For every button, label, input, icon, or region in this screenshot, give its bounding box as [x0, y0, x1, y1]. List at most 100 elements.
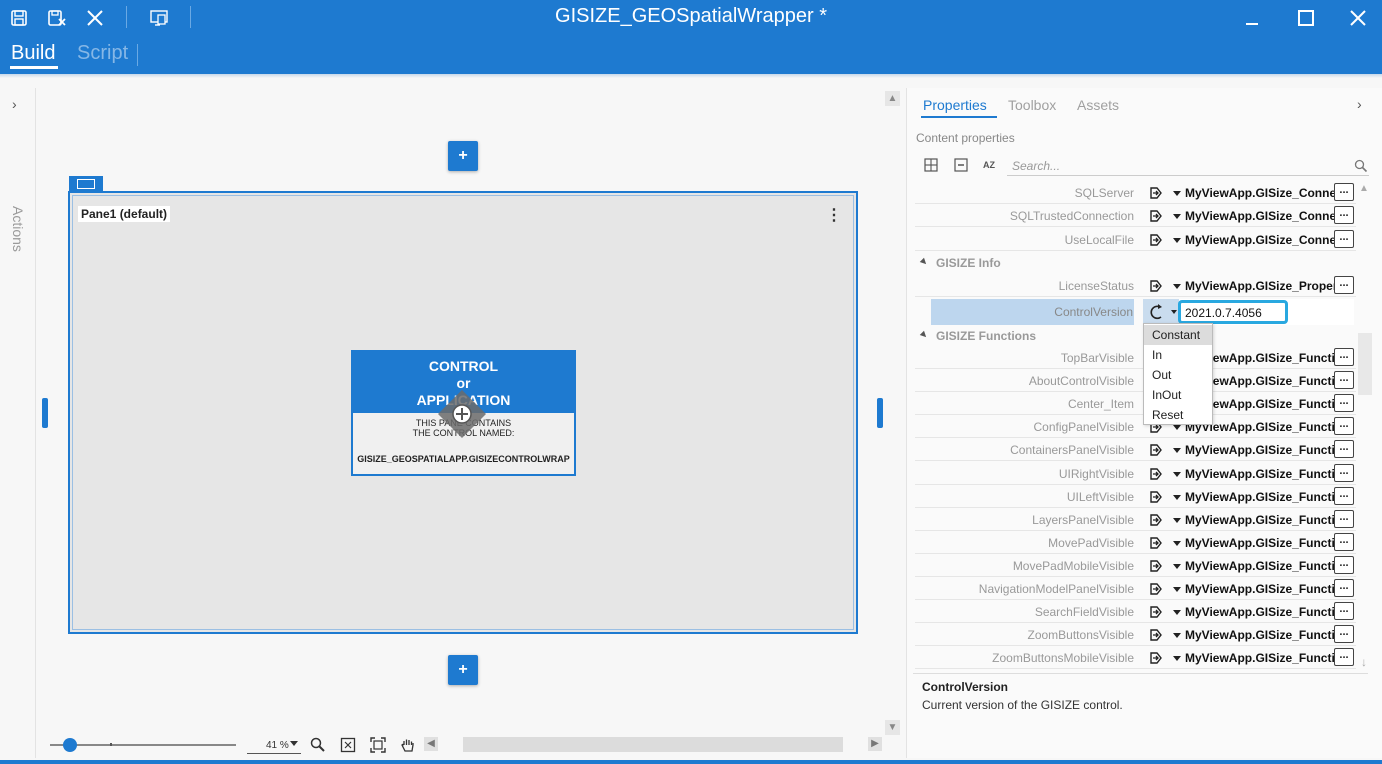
ellipsis-button[interactable]: ... [1334, 579, 1354, 597]
property-category[interactable]: GISIZE Info [915, 252, 1356, 274]
ellipsis-button[interactable]: ... [1334, 464, 1354, 482]
binding-mode-control[interactable] [1143, 299, 1179, 325]
minimize-icon[interactable] [1239, 5, 1265, 31]
ellipsis-button[interactable]: ... [1334, 394, 1354, 412]
binding-caret-icon[interactable] [1173, 564, 1181, 569]
binding-icon[interactable] [1148, 208, 1164, 224]
fit-screen-icon[interactable] [339, 736, 357, 754]
dropdown-option-out[interactable]: Out [1144, 365, 1212, 385]
binding-caret-icon[interactable] [1173, 518, 1181, 523]
property-row[interactable]: NavigationModelPanelVisible MyViewApp.GIS… [915, 578, 1356, 600]
binding-caret-icon[interactable] [1173, 472, 1181, 477]
binding-icon[interactable] [1148, 604, 1164, 620]
add-pane-below-button[interactable]: + [448, 655, 478, 685]
property-row[interactable]: ZoomButtonsVisible MyViewApp.GISize_Funct… [915, 624, 1356, 646]
binding-caret-icon[interactable] [1173, 495, 1181, 500]
binding-icon[interactable] [1148, 512, 1164, 528]
tab-build[interactable]: Build [11, 42, 55, 65]
canvas-scroll-right[interactable]: ▶ [868, 737, 882, 751]
search-icon[interactable] [1354, 159, 1368, 173]
binding-caret-icon[interactable] [1173, 587, 1181, 592]
binding-caret-icon[interactable] [1173, 238, 1181, 243]
ellipsis-button[interactable]: ... [1334, 371, 1354, 389]
chevron-right-icon[interactable]: › [1357, 96, 1362, 112]
binding-icon[interactable] [1148, 278, 1164, 294]
binding-icon[interactable] [1148, 558, 1164, 574]
ellipsis-button[interactable]: ... [1334, 487, 1354, 505]
property-row[interactable]: Center_ItemMyViewApp.GISize_Functions... [915, 393, 1356, 415]
binding-icon[interactable] [1148, 185, 1164, 201]
property-row[interactable]: MovePadMobileVisible MyViewApp.GISize_Fun… [915, 555, 1356, 577]
ellipsis-button[interactable]: ... [1334, 440, 1354, 458]
dropdown-option-in[interactable]: In [1144, 345, 1212, 365]
control-version-input[interactable]: 2021.0.7.4056 [1178, 300, 1288, 324]
binding-caret-icon[interactable] [1173, 656, 1181, 661]
binding-caret-icon[interactable] [1173, 610, 1181, 615]
pane-tab[interactable] [69, 176, 103, 192]
ellipsis-button[interactable]: ... [1334, 230, 1354, 248]
property-row[interactable]: LicenseStatus MyViewApp.GISize_Properties… [915, 275, 1356, 297]
ellipsis-button[interactable]: ... [1334, 625, 1354, 643]
property-row[interactable]: SQLTrustedConnection MyViewApp.GISize_Con… [915, 205, 1356, 227]
property-category[interactable]: GISIZE Functions [915, 325, 1356, 347]
zoom-search-icon[interactable] [309, 736, 327, 754]
dropdown-option-reset[interactable]: Reset [1144, 405, 1212, 425]
chevron-right-icon[interactable]: › [12, 96, 17, 112]
binding-icon[interactable] [1148, 466, 1164, 482]
binding-caret-icon[interactable] [1173, 284, 1181, 289]
window-close-icon[interactable] [1345, 5, 1371, 31]
binding-icon[interactable] [1148, 650, 1164, 666]
actions-panel[interactable]: › Actions [0, 88, 36, 758]
binding-icon[interactable] [1148, 232, 1164, 248]
ellipsis-button[interactable]: ... [1334, 417, 1354, 435]
binding-caret-icon[interactable] [1173, 425, 1181, 430]
property-search-input[interactable]: Search... [1007, 156, 1369, 176]
ellipsis-button[interactable]: ... [1334, 533, 1354, 551]
right-resize-handle[interactable] [877, 398, 883, 428]
expand-triangle-icon[interactable] [919, 330, 929, 340]
left-resize-handle[interactable] [42, 398, 48, 428]
canvas-hscrollbar[interactable] [463, 737, 843, 752]
binding-caret-icon[interactable] [1173, 191, 1181, 196]
property-row[interactable]: TopBarVisibleMyViewApp.GISize_Functions.… [915, 347, 1356, 369]
properties-scroll-down[interactable]: ↓ [1358, 655, 1370, 669]
ellipsis-button[interactable]: ... [1334, 183, 1354, 201]
pan-hand-icon[interactable] [399, 736, 417, 754]
property-row[interactable]: ZoomButtonsMobileVisible MyViewApp.GISize… [915, 647, 1356, 669]
canvas-scroll-up[interactable]: ▲ [885, 91, 900, 106]
ellipsis-button[interactable]: ... [1334, 510, 1354, 528]
zoom-caret-icon[interactable] [290, 741, 298, 746]
property-row[interactable]: AboutControlVisible MyViewApp.GISize_Func… [915, 370, 1356, 392]
selected-property-row[interactable]: ControlVersion [931, 299, 1354, 325]
tab-assets[interactable]: Assets [1077, 97, 1119, 113]
property-row[interactable]: SQLServer MyViewApp.GISize_Connection... [915, 182, 1356, 204]
ellipsis-button[interactable]: ... [1334, 602, 1354, 620]
property-row[interactable]: MovePadVisible MyViewApp.GISize_Functions… [915, 532, 1356, 554]
ellipsis-button[interactable]: ... [1334, 648, 1354, 666]
tab-properties[interactable]: Properties [923, 97, 987, 113]
move-icon[interactable] [437, 389, 487, 439]
add-pane-above-button[interactable]: + [448, 141, 478, 171]
binding-icon[interactable] [1148, 442, 1164, 458]
binding-caret-icon[interactable] [1173, 448, 1181, 453]
expand-triangle-icon[interactable] [919, 257, 929, 267]
property-row[interactable]: LayersPanelVisible MyViewApp.GISize_Funct… [915, 509, 1356, 531]
categorized-view-icon[interactable] [923, 157, 939, 173]
property-row[interactable]: ConfigPanelVisible MyViewApp.GISize_Funct… [915, 416, 1356, 438]
collapse-all-icon[interactable] [953, 157, 969, 173]
canvas-scroll-down[interactable]: ▼ [885, 720, 900, 735]
binding-icon[interactable] [1148, 627, 1164, 643]
binding-caret-icon[interactable] [1173, 541, 1181, 546]
properties-scroll-thumb[interactable] [1358, 333, 1372, 395]
property-row[interactable]: ContainersPanelVisible MyViewApp.GISize_F… [915, 439, 1356, 461]
zoom-slider-thumb[interactable] [63, 738, 77, 752]
property-row[interactable]: UIRightVisible MyViewApp.GISize_Functions… [915, 463, 1356, 485]
dropdown-option-constant[interactable]: Constant [1144, 325, 1212, 345]
zoom-slider-track[interactable] [50, 744, 236, 746]
binding-icon[interactable] [1148, 489, 1164, 505]
property-row[interactable]: SearchFieldVisible MyViewApp.GISize_Funct… [915, 601, 1356, 623]
tab-script[interactable]: Script [77, 42, 128, 65]
fit-content-icon[interactable] [369, 736, 387, 754]
dropdown-option-inout[interactable]: InOut [1144, 385, 1212, 405]
ellipsis-button[interactable]: ... [1334, 348, 1354, 366]
